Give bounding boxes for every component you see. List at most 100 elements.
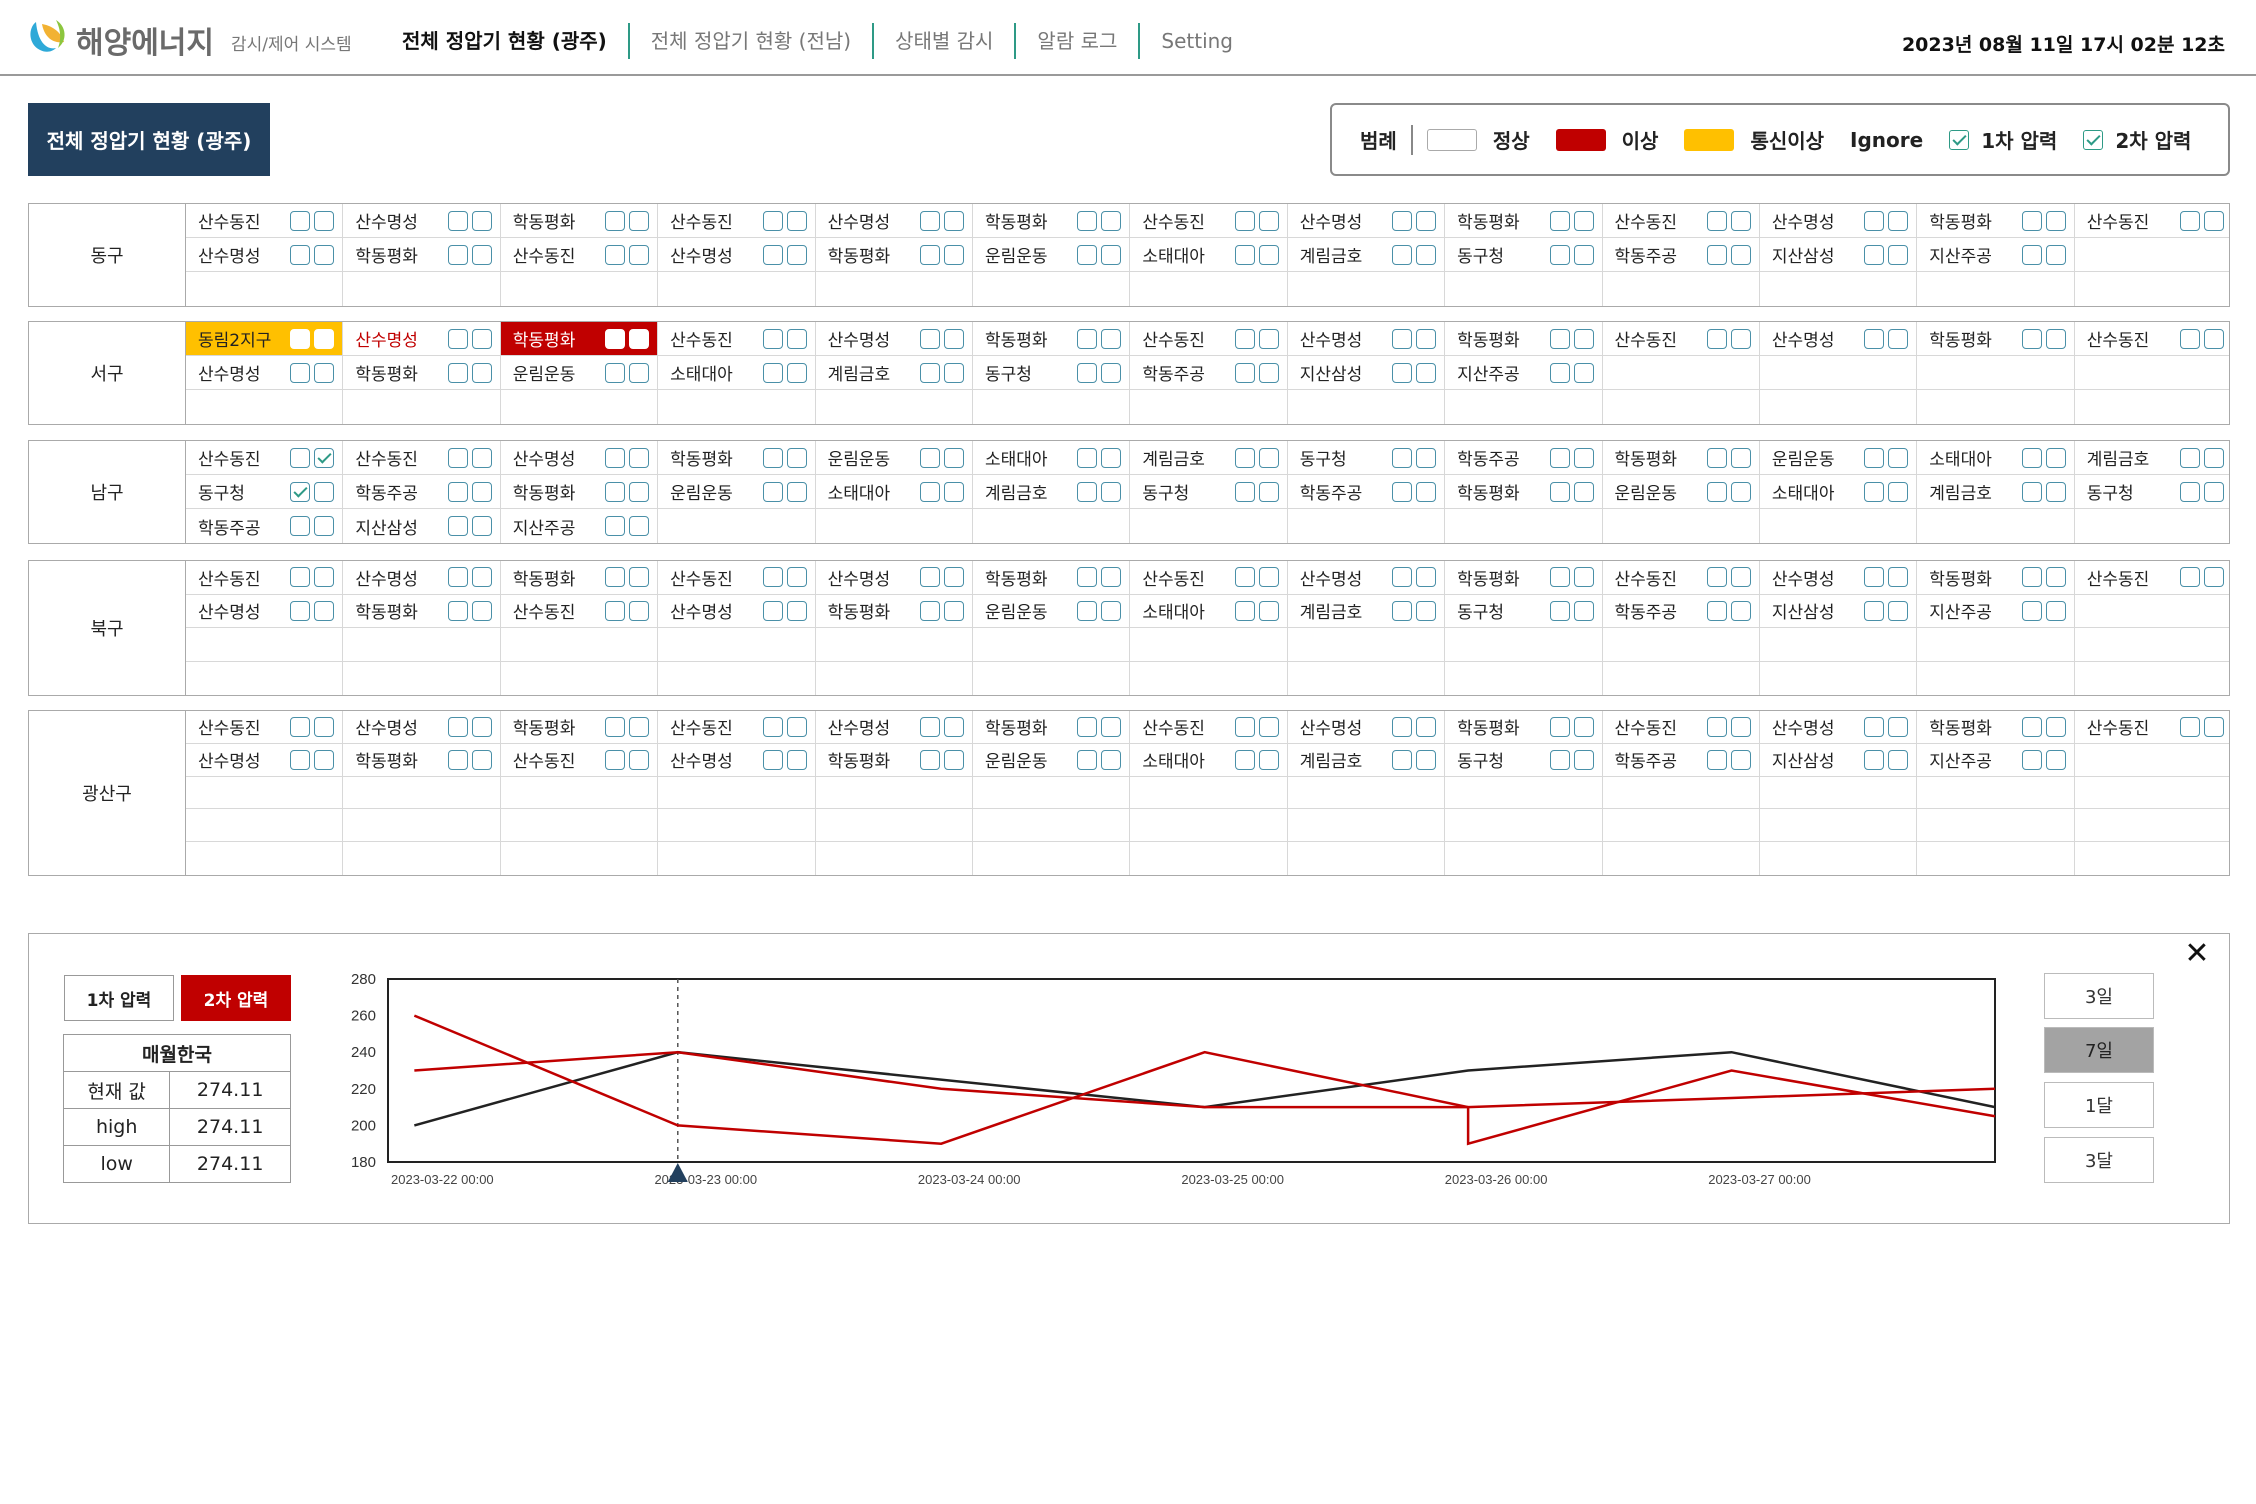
station-cell[interactable]: 학동주공	[186, 509, 344, 543]
station-cell[interactable]: 산수명성	[658, 594, 816, 627]
nav-item-gwangju[interactable]: 전체 정압기 현황 (광주)	[381, 22, 628, 60]
pressure-1-checkbox[interactable]	[1549, 328, 1570, 349]
pressure-1-checkbox[interactable]	[919, 362, 940, 383]
pressure-1-checkbox[interactable]	[605, 481, 626, 502]
pressure-2-checkbox[interactable]	[471, 362, 492, 383]
pressure-1-checkbox[interactable]	[605, 447, 626, 468]
pressure-1-checkbox[interactable]	[762, 447, 783, 468]
pressure-1-checkbox[interactable]	[1864, 749, 1885, 770]
pressure-1-checkbox[interactable]	[290, 567, 311, 588]
station-cell[interactable]: 학동주공	[1130, 356, 1288, 389]
pressure-2-checkbox[interactable]	[629, 362, 650, 383]
station-cell[interactable]: 운림운동	[816, 441, 973, 474]
station-cell[interactable]: 산수명성	[658, 238, 816, 271]
range-1-month-button[interactable]: 1달	[2044, 1082, 2154, 1128]
range-3-days-button[interactable]: 3일	[2044, 973, 2154, 1019]
pressure-2-checkbox[interactable]	[786, 716, 807, 737]
nav-item-status-monitor[interactable]: 상태별 감시	[874, 22, 1014, 60]
station-cell[interactable]: 산수동진	[1130, 204, 1288, 237]
station-cell[interactable]: 학동평화	[500, 322, 659, 355]
range-7-days-button[interactable]: 7일	[2044, 1027, 2154, 1073]
pressure-2-checkbox[interactable]	[2204, 210, 2225, 231]
station-cell[interactable]: 산수동진	[2075, 561, 2232, 594]
pressure-1-checkbox[interactable]	[1392, 447, 1413, 468]
pressure-1-checkbox[interactable]	[290, 244, 311, 265]
station-cell[interactable]: 학동주공	[1445, 441, 1603, 474]
pressure-2-checkbox[interactable]	[629, 210, 650, 231]
pressure-2-checkbox[interactable]	[629, 749, 650, 770]
pressure-2-checkbox[interactable]	[1101, 749, 1122, 770]
pressure-2-checkbox[interactable]	[1573, 749, 1594, 770]
pressure-2-checkbox[interactable]	[1101, 481, 1122, 502]
station-cell[interactable]: 지산삼성	[1288, 356, 1446, 389]
pressure-2-checkbox[interactable]	[471, 716, 492, 737]
pressure-1-checkbox[interactable]	[290, 447, 311, 468]
pressure-1-checkbox[interactable]	[605, 749, 626, 770]
pressure-2-checkbox[interactable]	[1258, 447, 1279, 468]
pressure-1-checkbox[interactable]	[2021, 447, 2042, 468]
station-cell[interactable]: 지산삼성	[1760, 743, 1918, 776]
station-cell[interactable]: 산수명성	[186, 238, 344, 271]
pressure-2-checkbox[interactable]	[786, 328, 807, 349]
pressure-2-checkbox[interactable]	[2045, 244, 2066, 265]
pressure-1-checkbox[interactable]	[2180, 481, 2201, 502]
pressure-2-checkbox[interactable]	[1258, 749, 1279, 770]
pressure-2-checkbox[interactable]	[629, 328, 650, 349]
pressure-1-checkbox[interactable]	[1706, 210, 1727, 231]
station-cell[interactable]: 운림운동	[658, 475, 816, 508]
station-cell[interactable]: 학동주공	[1603, 238, 1760, 271]
station-cell[interactable]: 동구청	[1445, 743, 1603, 776]
pressure-2-checkbox[interactable]	[786, 362, 807, 383]
pressure-2-checkbox[interactable]	[471, 328, 492, 349]
pressure-1-checkbox[interactable]	[1864, 481, 1885, 502]
pressure-1-checkbox[interactable]	[1392, 749, 1413, 770]
pressure-1-checkbox[interactable]	[2021, 210, 2042, 231]
pressure-1-checkbox[interactable]	[1549, 244, 1570, 265]
pressure-1-checkbox[interactable]	[2180, 447, 2201, 468]
close-icon[interactable]: ✕	[2180, 937, 2214, 971]
pressure-2-checkbox[interactable]	[2045, 567, 2066, 588]
pressure-1-checkbox[interactable]	[1864, 244, 1885, 265]
station-cell[interactable]: 학동평화	[1917, 322, 2075, 355]
station-cell[interactable]: 학동평화	[1445, 561, 1603, 594]
pressure-1-checkbox[interactable]	[1549, 210, 1570, 231]
station-cell[interactable]: 산수명성	[1288, 561, 1446, 594]
station-cell[interactable]: 학동평화	[501, 561, 659, 594]
station-cell[interactable]: 운림운동	[1760, 441, 1918, 474]
pressure-1-checkbox[interactable]	[447, 516, 468, 536]
pressure-1-checkbox[interactable]	[1234, 716, 1255, 737]
pressure-1-checkbox[interactable]	[1392, 244, 1413, 265]
station-cell[interactable]: 소태대아	[973, 441, 1131, 474]
station-cell[interactable]: 학동평화	[973, 322, 1131, 355]
pressure-2-checkbox[interactable]	[1573, 481, 1594, 502]
pressure-1-checkbox[interactable]	[447, 481, 468, 502]
pressure-2-checkbox[interactable]	[1888, 210, 1909, 231]
pressure-1-checkbox[interactable]	[762, 210, 783, 231]
station-cell[interactable]: 산수동진	[501, 743, 659, 776]
station-cell[interactable]: 지산주공	[501, 509, 659, 543]
pressure-2-checkbox[interactable]	[314, 447, 335, 468]
pressure-1-checkbox[interactable]	[1549, 749, 1570, 770]
station-cell[interactable]: 지산주공	[1917, 743, 2075, 776]
station-cell[interactable]: 동구청	[2075, 475, 2232, 508]
pressure-2-checkbox[interactable]	[1101, 244, 1122, 265]
pressure-2-checkbox[interactable]	[1101, 362, 1122, 383]
pressure-2-checkbox[interactable]	[2045, 328, 2066, 349]
pressure-2-checkbox[interactable]	[786, 749, 807, 770]
pressure-2-checkbox[interactable]	[1573, 210, 1594, 231]
station-cell[interactable]: 학동평화	[343, 743, 501, 776]
station-cell[interactable]: 산수동진	[501, 238, 659, 271]
pressure-2-checkbox[interactable]	[1101, 600, 1122, 621]
pressure-1-checkbox[interactable]	[1234, 244, 1255, 265]
station-cell[interactable]: 학동평화	[501, 711, 659, 743]
pressure-2-checkbox[interactable]	[1573, 244, 1594, 265]
pressure-2-checkbox[interactable]	[2204, 716, 2225, 737]
station-cell[interactable]: 소태대아	[1130, 238, 1288, 271]
station-cell[interactable]: 학동평화	[501, 204, 659, 237]
pressure-1-checkbox[interactable]	[447, 749, 468, 770]
pressure-2-checkbox[interactable]	[943, 447, 964, 468]
station-cell[interactable]: 산수동진	[2075, 204, 2232, 237]
nav-item-alarm-log[interactable]: 알람 로그	[1016, 22, 1138, 60]
station-cell[interactable]: 지산삼성	[1760, 238, 1918, 271]
pressure-2-checkbox[interactable]	[786, 567, 807, 588]
